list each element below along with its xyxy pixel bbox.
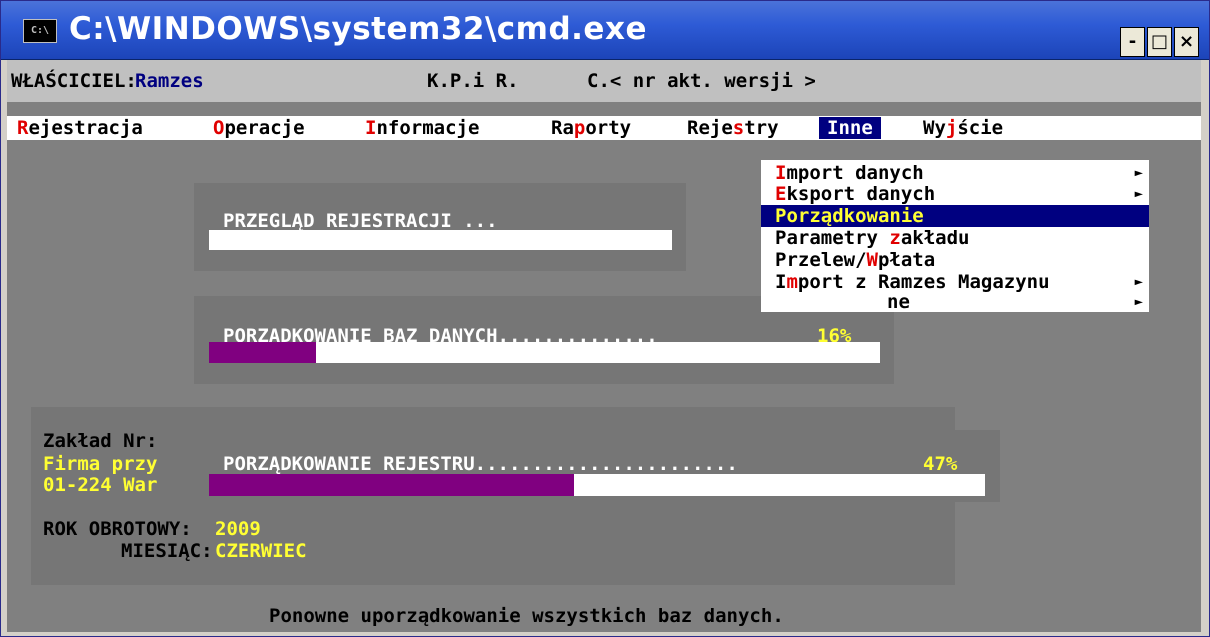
minimize-button[interactable]: - xyxy=(1120,27,1145,57)
menu-item-inne[interactable]: Inne xyxy=(819,117,881,139)
cmd-window: C:\ C:\WINDOWS\system32\cmd.exe - □ × WŁ… xyxy=(0,0,1210,637)
register-percent: 47% xyxy=(923,453,958,475)
zaklad-label: Zakład Nr: xyxy=(43,430,158,452)
cmd-icon: C:\ xyxy=(23,19,57,43)
register-progress-fill xyxy=(209,474,574,496)
menu-item-operacje[interactable]: Operacje xyxy=(213,117,305,139)
menu-item-wyjscie[interactable]: Wyjście xyxy=(923,117,1003,139)
dropdown-item-eksport-danych[interactable]: Eksport danych ► xyxy=(761,183,1149,205)
rok-label: ROK OBROTOWY: xyxy=(43,518,192,540)
owner-label: WŁAŚCICIEL: xyxy=(11,70,137,92)
title-bar[interactable]: C:\ C:\WINDOWS\system32\cmd.exe - □ × xyxy=(1,1,1209,60)
header-center: K.P.i R. xyxy=(427,70,519,92)
register-label: PORZĄDKOWANIE REJESTRU..................… xyxy=(223,453,738,475)
miesiac-value: CZERWIEC xyxy=(215,540,307,562)
status-message: Ponowne uporządkowanie wszystkich baz da… xyxy=(269,605,784,627)
menu-item-rejestracja[interactable]: Rejestracja xyxy=(17,117,143,139)
version-text: C.< nr akt. wersji > xyxy=(587,70,816,92)
rok-value: 2009 xyxy=(215,518,261,540)
db-progress-fill xyxy=(209,342,317,363)
menu-item-informacje[interactable]: Informacje xyxy=(365,117,479,139)
firma-address: 01-224 War xyxy=(43,474,158,496)
db-progress-bar xyxy=(209,342,880,363)
window-title: C:\WINDOWS\system32\cmd.exe xyxy=(69,11,647,47)
inne-dropdown-menu: Import danych ► Eksport danych ► Porządk… xyxy=(761,160,1149,313)
owner-value: Ramzes xyxy=(135,70,204,92)
dropdown-item-import-ramzes-magazynu[interactable]: Import z Ramzes Magazynu ► xyxy=(761,271,1149,293)
review-bar xyxy=(209,230,672,250)
dropdown-item-partial[interactable]: ne ► xyxy=(761,291,1149,313)
register-progress-bar xyxy=(209,474,985,496)
close-button[interactable]: × xyxy=(1174,27,1199,57)
maximize-button[interactable]: □ xyxy=(1147,27,1172,57)
dropdown-item-przelew-wplata[interactable]: Przelew/Wpłata xyxy=(761,249,1149,271)
submenu-arrow-icon: ► xyxy=(1134,274,1143,290)
submenu-arrow-icon: ► xyxy=(1134,186,1143,202)
dropdown-item-import-danych[interactable]: Import danych ► xyxy=(761,162,1149,184)
menu-item-rejestry[interactable]: Rejestry xyxy=(687,117,779,139)
menu-item-raporty[interactable]: Raporty xyxy=(551,117,631,139)
firma-name: Firma przy xyxy=(43,453,158,475)
dropdown-item-porzadkowanie[interactable]: Porządkowanie xyxy=(761,205,1149,227)
console-area: WŁAŚCICIEL: Ramzes K.P.i R. C.< nr akt. … xyxy=(7,60,1201,632)
submenu-arrow-icon: ► xyxy=(1134,294,1143,310)
submenu-arrow-icon: ► xyxy=(1134,165,1143,181)
miesiac-label: MIESIĄC: xyxy=(121,540,213,562)
review-label: PRZEGLĄD REJESTRACJI ... xyxy=(223,210,498,232)
dropdown-item-parametry-zakladu[interactable]: Parametry zakładu xyxy=(761,227,1149,249)
